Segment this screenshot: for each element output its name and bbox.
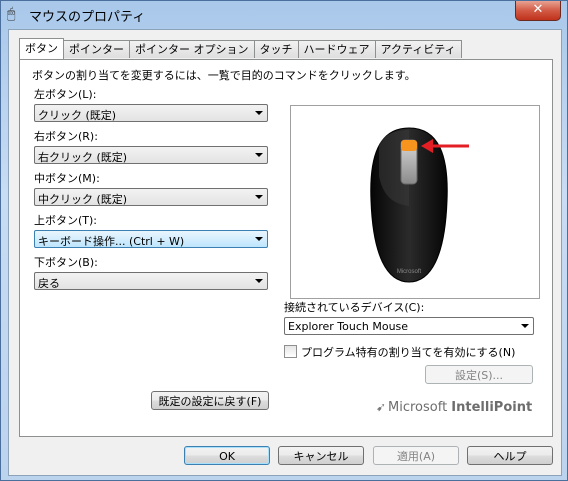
device-label: 接続されているデバイス(C): bbox=[284, 301, 425, 314]
window-title: マウスのプロパティ bbox=[29, 10, 146, 25]
settings-button[interactable]: 設定(S)... bbox=[425, 365, 533, 384]
tab-touch[interactable]: タッチ bbox=[253, 40, 299, 58]
tab-buttons[interactable]: ボタン bbox=[19, 38, 64, 59]
cursor-icon: ➹ bbox=[376, 400, 387, 414]
right-button-label: 右ボタン(R): bbox=[34, 130, 98, 143]
middle-button-label: 中ボタン(M): bbox=[34, 172, 100, 185]
mouse-illustration-box: Microsoft bbox=[290, 105, 540, 299]
mouse-app-icon: 🖱 bbox=[7, 6, 16, 22]
right-button-value: 右クリック (既定) bbox=[38, 151, 128, 164]
tab-pointer[interactable]: ポインター bbox=[63, 40, 130, 58]
device-value: Explorer Touch Mouse bbox=[288, 320, 409, 333]
tab-activity[interactable]: アクティビティ bbox=[374, 40, 462, 58]
left-button-label: 左ボタン(L): bbox=[34, 88, 97, 101]
intellipoint-brand: ➹ Microsoft IntelliPoint bbox=[376, 400, 532, 415]
top-button-label: 上ボタン(T): bbox=[34, 214, 98, 227]
brand-prefix: Microsoft bbox=[388, 400, 452, 415]
top-button-value: キーボード操作... (Ctrl + W) bbox=[38, 235, 185, 248]
dropdown-arrow-icon bbox=[255, 237, 263, 241]
left-button-select[interactable]: クリック (既定) bbox=[34, 104, 268, 122]
bottom-button-label: 下ボタン(B): bbox=[34, 256, 98, 269]
intro-text: ボタンの割り当てを変更するには、一覧で目的のコマンドをクリックします。 bbox=[32, 69, 416, 82]
dialog-body: ボタン ポインター ポインター オプション タッチ ハードウェア アクティビティ… bbox=[8, 29, 562, 476]
brand-name: IntelliPoint bbox=[451, 400, 533, 415]
middle-button-select[interactable]: 中クリック (既定) bbox=[34, 188, 268, 206]
program-specific-checkbox[interactable] bbox=[284, 345, 297, 358]
dropdown-arrow-icon bbox=[521, 324, 529, 328]
mouse-illustration: Microsoft bbox=[370, 127, 469, 283]
cancel-button[interactable]: キャンセル bbox=[278, 446, 364, 465]
bottom-button-value: 戻る bbox=[38, 277, 60, 290]
dropdown-arrow-icon bbox=[255, 279, 263, 283]
device-select[interactable]: Explorer Touch Mouse bbox=[284, 317, 534, 335]
top-button-select[interactable]: キーボード操作... (Ctrl + W) bbox=[34, 230, 268, 248]
mouse-logo: Microsoft bbox=[397, 269, 422, 275]
help-button[interactable]: ヘルプ bbox=[467, 446, 553, 465]
dropdown-arrow-icon bbox=[255, 111, 263, 115]
mouse-top-button-highlight bbox=[401, 140, 417, 151]
dropdown-arrow-icon bbox=[255, 195, 263, 199]
middle-button-value: 中クリック (既定) bbox=[38, 193, 128, 206]
apply-button[interactable]: 適用(A) bbox=[373, 446, 459, 465]
right-button-select[interactable]: 右クリック (既定) bbox=[34, 146, 268, 164]
left-button-value: クリック (既定) bbox=[38, 109, 117, 122]
bottom-button-select[interactable]: 戻る bbox=[34, 272, 268, 290]
tab-pointer-options[interactable]: ポインター オプション bbox=[129, 40, 255, 58]
tab-strip: ボタン ポインター ポインター オプション タッチ ハードウェア アクティビティ bbox=[19, 38, 462, 60]
dropdown-arrow-icon bbox=[255, 153, 263, 157]
restore-defaults-button[interactable]: 既定の設定に戻す(F) bbox=[151, 391, 269, 410]
close-button[interactable]: ✕ bbox=[515, 1, 561, 21]
tab-hardware[interactable]: ハードウェア bbox=[297, 40, 376, 58]
buttons-panel: ボタンの割り当てを変更するには、一覧で目的のコマンドをクリックします。 左ボタン… bbox=[19, 59, 553, 437]
program-specific-row[interactable]: プログラム特有の割り当てを有効にする(N) bbox=[284, 344, 515, 360]
mouse-properties-window: 🖱 マウスのプロパティ ✕ ボタン ポインター ポインター オプション タッチ … bbox=[0, 0, 568, 481]
program-specific-label: プログラム特有の割り当てを有効にする(N) bbox=[301, 346, 516, 359]
ok-button[interactable]: OK bbox=[184, 446, 270, 465]
title-bar[interactable]: 🖱 マウスのプロパティ ✕ bbox=[1, 1, 567, 29]
